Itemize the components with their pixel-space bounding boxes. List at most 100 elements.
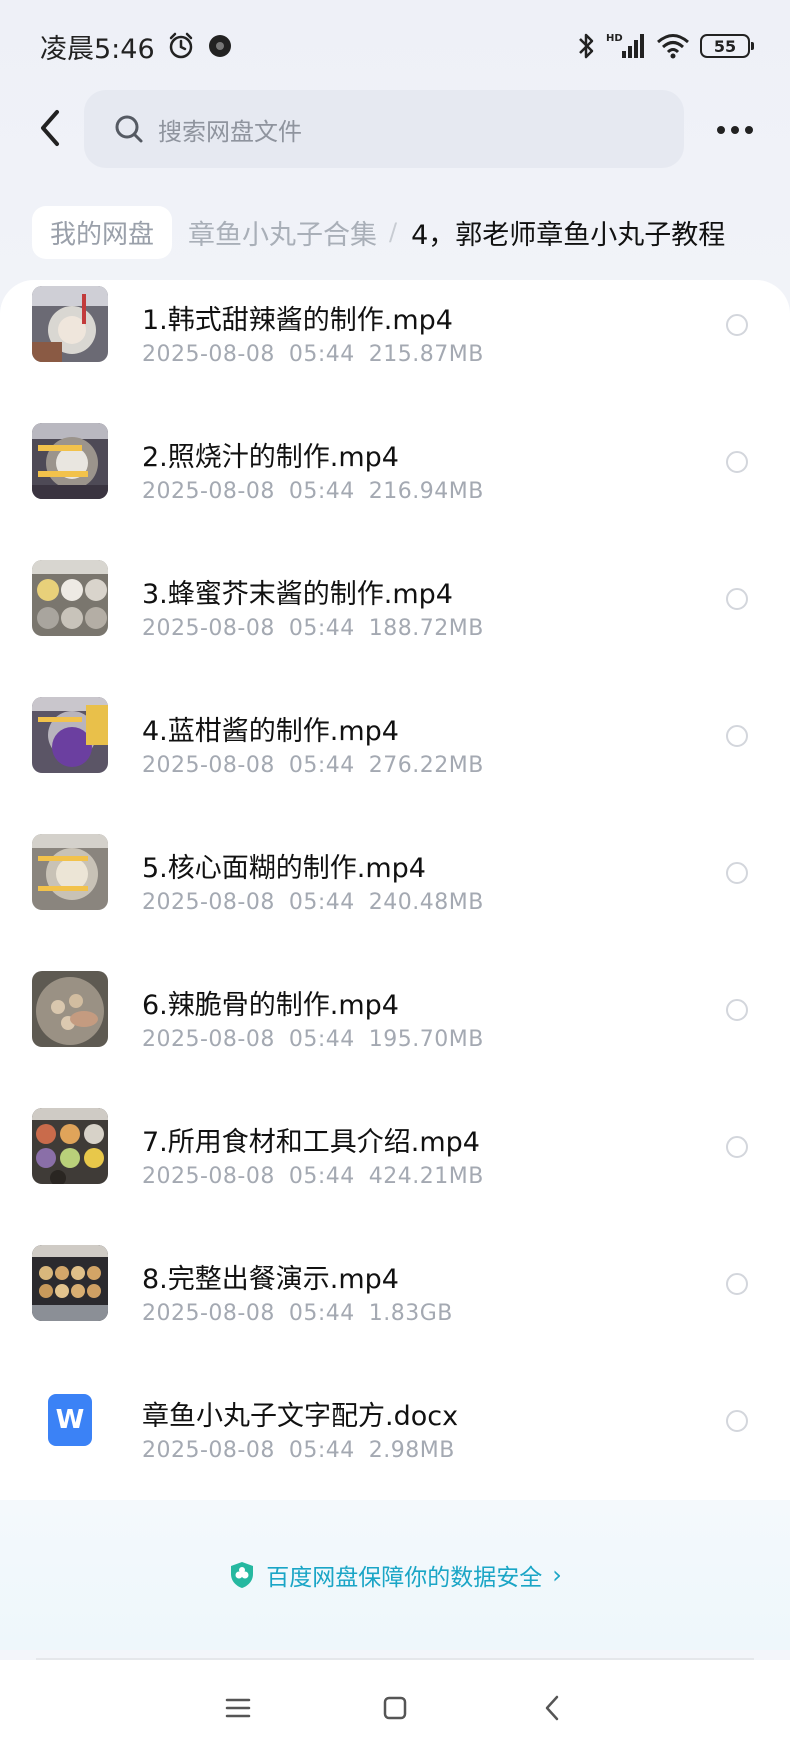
back-nav-button[interactable] — [527, 1683, 577, 1733]
file-meta: 2025-08-08 05:44 2.98MB — [142, 1438, 455, 1463]
home-button[interactable] — [370, 1683, 420, 1733]
file-name: 4.蓝柑酱的制作.mp4 — [142, 716, 399, 747]
file-name: 8.完整出餐演示.mp4 — [142, 1264, 399, 1295]
file-row[interactable]: W 章鱼小丸子文字配方.docx 2025-08-08 05:44 2.98MB — [0, 1376, 790, 1513]
file-size: 240.48MB — [368, 890, 484, 915]
file-meta: 2025-08-08 05:44 195.70MB — [142, 1027, 484, 1052]
file-row[interactable]: 1.韩式甜辣酱的制作.mp4 2025-08-08 05:44 215.87MB — [0, 280, 790, 417]
shield-icon — [228, 1560, 256, 1590]
file-list: 1.韩式甜辣酱的制作.mp4 2025-08-08 05:44 215.87MB 2 — [0, 280, 790, 1500]
file-date: 2025-08-08 — [142, 890, 275, 915]
search-icon — [114, 114, 144, 144]
file-row[interactable]: 2.照烧汁的制作.mp4 2025-08-08 05:44 216.94MB — [0, 417, 790, 554]
status-bar: 凌晨5:46 HD 55 — [0, 0, 790, 92]
file-row[interactable]: 4.蓝柑酱的制作.mp4 2025-08-08 05:44 276.22MB — [0, 691, 790, 828]
video-thumbnail — [32, 971, 108, 1047]
file-meta: 2025-08-08 05:44 188.72MB — [142, 616, 484, 641]
file-size: 1.83GB — [368, 1301, 453, 1326]
search-input[interactable]: 搜索网盘文件 — [84, 90, 684, 168]
file-row[interactable]: 5.核心面糊的制作.mp4 2025-08-08 05:44 240.48MB — [0, 828, 790, 965]
file-name: 1.韩式甜辣酱的制作.mp4 — [142, 305, 453, 336]
more-options-button[interactable] — [710, 110, 760, 150]
battery-icon: 55 — [700, 34, 754, 58]
file-meta: 2025-08-08 05:44 240.48MB — [142, 890, 484, 915]
video-thumbnail — [32, 423, 108, 499]
wifi-icon — [656, 32, 690, 60]
file-date: 2025-08-08 — [142, 1027, 275, 1052]
more-dot-icon — [717, 126, 725, 134]
video-thumbnail — [32, 560, 108, 636]
chevron-left-icon — [41, 110, 59, 146]
video-thumbnail — [32, 697, 108, 773]
select-checkbox[interactable] — [726, 862, 748, 884]
file-name: 5.核心面糊的制作.mp4 — [142, 853, 426, 884]
file-meta: 2025-08-08 05:44 215.87MB — [142, 342, 484, 367]
breadcrumb-separator: / — [389, 218, 398, 246]
menu-button[interactable] — [213, 1683, 263, 1733]
breadcrumb-current: 4，郭老师章鱼小丸子教程 — [411, 219, 726, 251]
file-name: 6.辣脆骨的制作.mp4 — [142, 990, 399, 1021]
home-icon — [383, 1696, 407, 1720]
file-date: 2025-08-08 — [142, 616, 275, 641]
file-date: 2025-08-08 — [142, 753, 275, 778]
file-row[interactable]: 8.完整出餐演示.mp4 2025-08-08 05:44 1.83GB — [0, 1239, 790, 1376]
security-text: 百度网盘保障你的数据安全 — [266, 1565, 543, 1591]
file-size: 195.70MB — [368, 1027, 484, 1052]
video-thumbnail — [32, 834, 108, 910]
file-browser-screen: 凌晨5:46 HD 55 搜索网盘文件 我的网盘 章鱼小丸子合集 / 4，郭老师… — [0, 0, 790, 1756]
menu-icon — [226, 1698, 251, 1718]
file-date: 2025-08-08 — [142, 1301, 275, 1326]
more-dot-icon — [745, 126, 753, 134]
breadcrumb: 我的网盘 章鱼小丸子合集 / 4，郭老师章鱼小丸子教程 — [32, 205, 790, 259]
file-time: 05:44 — [288, 1164, 355, 1189]
video-thumbnail — [32, 1245, 108, 1321]
word-document-icon: W — [48, 1394, 92, 1446]
system-nav-bar — [0, 1660, 790, 1756]
file-time: 05:44 — [288, 1301, 355, 1326]
file-time: 05:44 — [288, 890, 355, 915]
file-meta: 2025-08-08 05:44 216.94MB — [142, 479, 484, 504]
breadcrumb-root[interactable]: 我的网盘 — [32, 205, 173, 259]
status-right: HD 55 — [576, 31, 754, 61]
select-checkbox[interactable] — [726, 725, 748, 747]
file-date: 2025-08-08 — [142, 1164, 275, 1189]
back-icon — [545, 1695, 558, 1721]
file-date: 2025-08-08 — [142, 342, 275, 367]
header: 搜索网盘文件 — [0, 90, 790, 168]
select-checkbox[interactable] — [726, 451, 748, 473]
file-meta: 2025-08-08 05:44 1.83GB — [142, 1301, 453, 1326]
file-size: 216.94MB — [368, 479, 484, 504]
select-checkbox[interactable] — [726, 999, 748, 1021]
select-checkbox[interactable] — [726, 588, 748, 610]
file-row[interactable]: 6.辣脆骨的制作.mp4 2025-08-08 05:44 195.70MB — [0, 965, 790, 1102]
file-size: 424.21MB — [368, 1164, 484, 1189]
alarm-icon — [167, 32, 195, 60]
select-checkbox[interactable] — [726, 1273, 748, 1295]
status-time: 凌晨5:46 — [40, 33, 155, 65]
file-name: 7.所用食材和工具介绍.mp4 — [142, 1127, 480, 1158]
select-checkbox[interactable] — [726, 314, 748, 336]
file-row[interactable]: 7.所用食材和工具介绍.mp4 2025-08-08 05:44 424.21MB — [0, 1102, 790, 1239]
select-checkbox[interactable] — [726, 1410, 748, 1432]
file-size: 276.22MB — [368, 753, 484, 778]
breadcrumb-parent[interactable]: 章鱼小丸子合集 — [188, 213, 377, 252]
file-time: 05:44 — [288, 753, 355, 778]
file-time: 05:44 — [288, 1027, 355, 1052]
file-time: 05:44 — [288, 479, 355, 504]
back-button[interactable] — [28, 106, 72, 150]
app-notification-icon — [207, 33, 233, 59]
file-name: 2.照烧汁的制作.mp4 — [142, 442, 399, 473]
network-label: HD — [606, 33, 623, 44]
video-thumbnail — [32, 286, 108, 362]
file-time: 05:44 — [288, 616, 355, 641]
file-row[interactable]: 3.蜂蜜芥末酱的制作.mp4 2025-08-08 05:44 188.72MB — [0, 554, 790, 691]
security-banner[interactable]: 百度网盘保障你的数据安全 › — [0, 1500, 790, 1650]
select-checkbox[interactable] — [726, 1136, 748, 1158]
file-name: 章鱼小丸子文字配方.docx — [142, 1401, 459, 1432]
search-placeholder: 搜索网盘文件 — [158, 117, 302, 146]
file-size: 2.98MB — [368, 1438, 455, 1463]
cellular-signal-icon: HD — [606, 31, 646, 61]
chevron-right-icon: › — [552, 1561, 562, 1589]
file-size: 215.87MB — [368, 342, 484, 367]
file-time: 05:44 — [288, 1438, 355, 1463]
